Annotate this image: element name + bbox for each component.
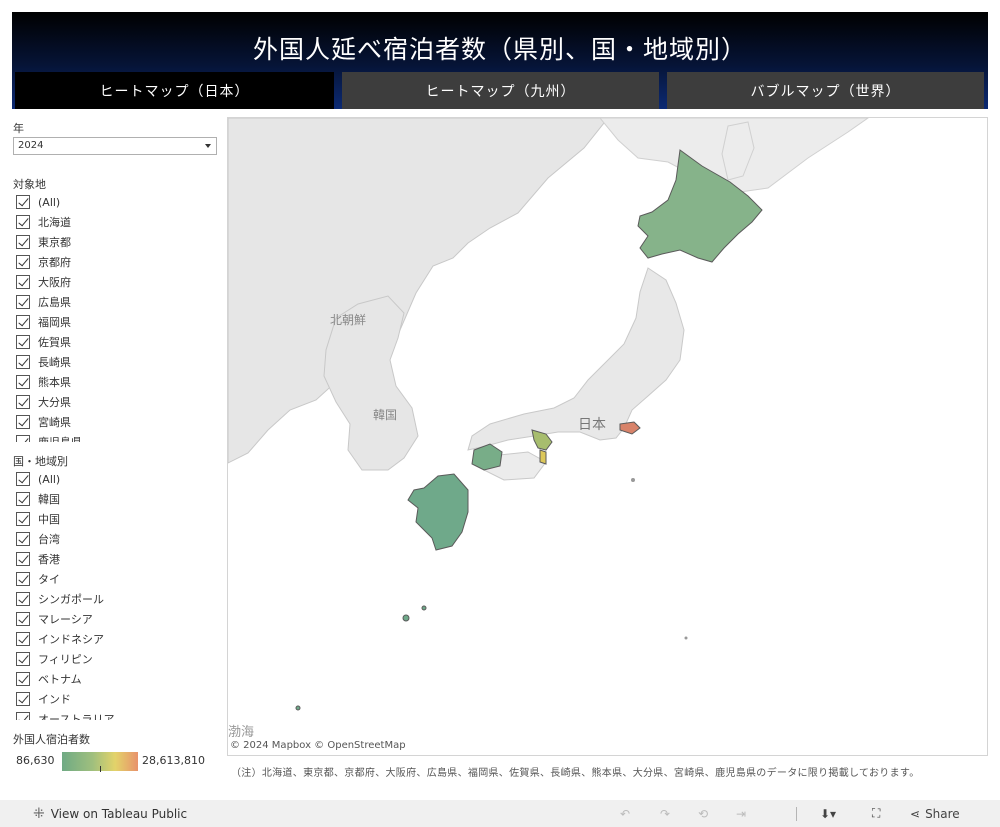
region-filter-label: 対象地: [13, 178, 46, 191]
checkbox-checked-icon[interactable]: [16, 415, 30, 429]
country-filter-label: 国・地域別: [13, 455, 68, 468]
view-on-tableau-link[interactable]: ⁜ View on Tableau Public: [33, 806, 187, 822]
tableau-toolbar: ⁜ View on Tableau Public ↶ ↷ ⟲ ⇥ ⬇▾ ⛶ ⋖ …: [0, 800, 1000, 827]
list-item[interactable]: (All): [13, 469, 217, 489]
checkbox-checked-icon[interactable]: [16, 632, 30, 646]
footnote: （注）北海道、東京都、京都府、大阪府、広島県、福岡県、佐賀県、長崎県、熊本県、大…: [231, 768, 920, 779]
list-item[interactable]: マレーシア: [13, 609, 217, 629]
country-filter-list[interactable]: (All) 韓国 中国 台湾 香港 タイ シンガポール マレーシア インドネシア…: [13, 469, 217, 720]
map-label-sea: 渤海: [228, 725, 255, 740]
checkbox-checked-icon[interactable]: [16, 235, 30, 249]
checkbox-checked-icon[interactable]: [16, 435, 30, 442]
checkbox-checked-icon[interactable]: [16, 692, 30, 706]
toolbar-divider: [796, 807, 797, 821]
share-icon: ⋖: [910, 806, 921, 821]
checkbox-checked-icon[interactable]: [16, 195, 30, 209]
year-select[interactable]: 2024: [13, 137, 217, 155]
list-item[interactable]: オーストラリア: [13, 709, 217, 720]
checkbox-checked-icon[interactable]: [16, 255, 30, 269]
checkbox-checked-icon[interactable]: [16, 492, 30, 506]
list-item[interactable]: 福岡県: [13, 312, 217, 332]
checkbox-checked-icon[interactable]: [16, 572, 30, 586]
island-izu: [631, 478, 635, 482]
map-label-south-korea: 韓国: [373, 408, 398, 422]
revert-icon[interactable]: ⟲: [698, 805, 708, 822]
list-item[interactable]: フィリピン: [13, 649, 217, 669]
tab-heatmap-kyushu[interactable]: ヒートマップ（九州）: [342, 72, 659, 109]
list-item[interactable]: シンガポール: [13, 589, 217, 609]
island-ogasawara: [684, 636, 688, 640]
checkbox-checked-icon[interactable]: [16, 712, 30, 720]
list-item[interactable]: 韓国: [13, 489, 217, 509]
checkbox-checked-icon[interactable]: [16, 612, 30, 626]
map-label-japan: 日本: [578, 417, 606, 433]
dashboard-title: 外国人延べ宿泊者数（県別、国・地域別）: [252, 35, 747, 64]
checkbox-checked-icon[interactable]: [16, 652, 30, 666]
list-item[interactable]: タイ: [13, 569, 217, 589]
list-item[interactable]: 鹿児島県: [13, 432, 217, 442]
checkbox-checked-icon[interactable]: [16, 592, 30, 606]
checkbox-checked-icon[interactable]: [16, 355, 30, 369]
tableau-logo-icon: ⁜: [33, 806, 45, 822]
list-item[interactable]: 大阪府: [13, 272, 217, 292]
list-item[interactable]: インド: [13, 689, 217, 709]
fullscreen-icon[interactable]: ⛶: [872, 805, 880, 822]
list-item[interactable]: インドネシア: [13, 629, 217, 649]
list-item[interactable]: 北海道: [13, 212, 217, 232]
list-item[interactable]: ベトナム: [13, 669, 217, 689]
list-item[interactable]: 東京都: [13, 232, 217, 252]
dashboard-header: 外国人延べ宿泊者数（県別、国・地域別） ヒートマップ（日本） ヒートマップ（九州…: [12, 12, 988, 109]
checkbox-checked-icon[interactable]: [16, 472, 30, 486]
checkbox-checked-icon[interactable]: [16, 315, 30, 329]
tab-heatmap-japan[interactable]: ヒートマップ（日本）: [15, 72, 334, 109]
checkbox-checked-icon[interactable]: [16, 672, 30, 686]
tab-bubblemap-world[interactable]: バブルマップ（世界）: [667, 72, 984, 109]
checkbox-checked-icon[interactable]: [16, 295, 30, 309]
island-okinawa: [402, 614, 410, 622]
legend-min: 86,630: [16, 754, 55, 767]
list-item[interactable]: 広島県: [13, 292, 217, 312]
checkbox-checked-icon[interactable]: [16, 215, 30, 229]
legend-marker: [100, 766, 101, 772]
checkbox-checked-icon[interactable]: [16, 512, 30, 526]
list-item[interactable]: 香港: [13, 549, 217, 569]
map-label-north-korea: 北朝鮮: [330, 313, 367, 327]
map-svg[interactable]: [228, 118, 988, 756]
island-sakishima: [295, 705, 301, 711]
year-filter-label: 年: [13, 122, 24, 135]
map-view[interactable]: 北朝鮮 韓国 日本 渤海: [227, 117, 988, 756]
refresh-icon[interactable]: ⇥: [736, 805, 746, 822]
chevron-down-icon: [205, 144, 211, 148]
list-item[interactable]: 京都府: [13, 252, 217, 272]
download-icon[interactable]: ⬇▾: [820, 805, 836, 822]
checkbox-checked-icon[interactable]: [16, 275, 30, 289]
region-filter-list[interactable]: (All) 北海道 東京都 京都府 大阪府 広島県 福岡県 佐賀県 長崎県 熊本…: [13, 192, 217, 442]
share-button[interactable]: ⋖ Share: [910, 805, 960, 822]
checkbox-checked-icon[interactable]: [16, 532, 30, 546]
kyushu-region: [407, 473, 469, 551]
legend-title: 外国人宿泊者数: [13, 733, 90, 746]
list-item[interactable]: 宮崎県: [13, 412, 217, 432]
undo-icon[interactable]: ↶: [620, 805, 630, 822]
legend-max: 28,613,810: [142, 754, 205, 767]
checkbox-checked-icon[interactable]: [16, 335, 30, 349]
list-item[interactable]: 熊本県: [13, 372, 217, 392]
list-item[interactable]: 中国: [13, 509, 217, 529]
checkbox-checked-icon[interactable]: [16, 375, 30, 389]
redo-icon[interactable]: ↷: [660, 805, 670, 822]
honshu-landmass: [467, 267, 685, 451]
map-attribution[interactable]: © 2024 Mapbox © OpenStreetMap: [230, 740, 406, 751]
year-select-value: 2024: [18, 140, 44, 151]
checkbox-checked-icon[interactable]: [16, 395, 30, 409]
list-item[interactable]: 長崎県: [13, 352, 217, 372]
island-amami: [421, 605, 427, 611]
osaka-region: [539, 449, 547, 465]
list-item[interactable]: 台湾: [13, 529, 217, 549]
list-item[interactable]: (All): [13, 192, 217, 212]
list-item[interactable]: 佐賀県: [13, 332, 217, 352]
tokyo-region: [619, 421, 641, 435]
list-item[interactable]: 大分県: [13, 392, 217, 412]
checkbox-checked-icon[interactable]: [16, 552, 30, 566]
